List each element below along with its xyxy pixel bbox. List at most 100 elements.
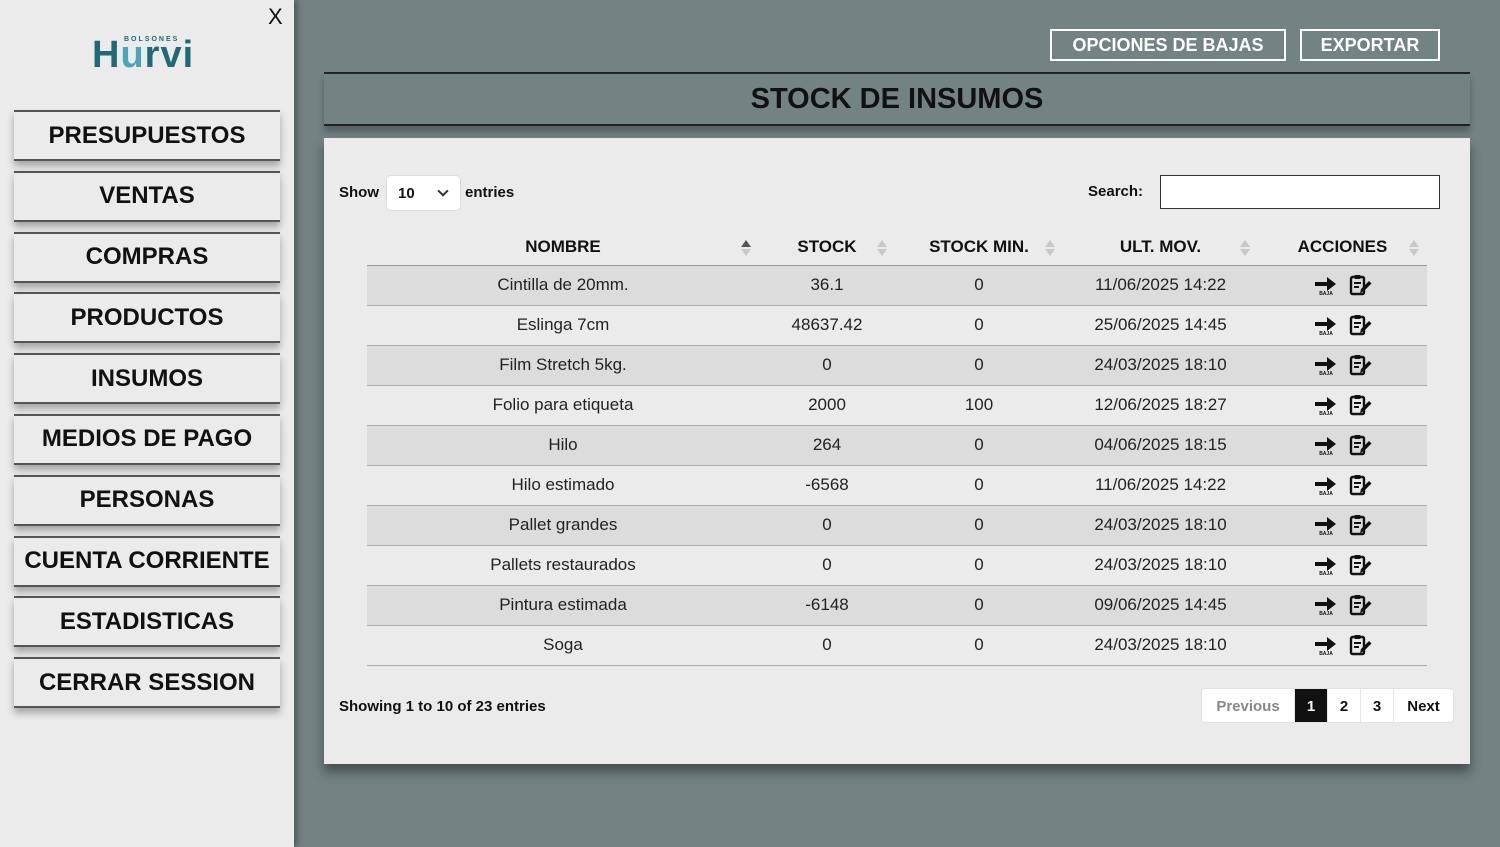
cell-acciones: BAJA xyxy=(1258,345,1427,386)
entries-select-value: 10 xyxy=(398,184,415,202)
cell-nombre: Hilo xyxy=(367,425,759,466)
cell-stock: 48637.42 xyxy=(759,305,895,346)
cell-nombre: Film Stretch 5kg. xyxy=(367,345,759,386)
cell-stock-min: 0 xyxy=(895,465,1063,506)
cell-ult-mov: 04/06/2025 18:15 xyxy=(1063,425,1258,466)
cell-stock-min: 0 xyxy=(895,505,1063,546)
cell-stock: 0 xyxy=(759,545,895,586)
pagination-next[interactable]: Next xyxy=(1393,689,1453,722)
opciones-de-bajas-button[interactable]: OPCIONES DE BAJAS xyxy=(1050,29,1286,61)
pagination-page-3[interactable]: 3 xyxy=(1360,689,1393,722)
column-header-acciones[interactable]: ACCIONES xyxy=(1258,229,1427,266)
svg-text:BAJA: BAJA xyxy=(1319,651,1333,656)
table-row: Folio para etiqueta 2000 100 12/06/2025 18:… xyxy=(367,385,1427,426)
cell-acciones: BAJA xyxy=(1258,545,1427,586)
svg-text:BAJA: BAJA xyxy=(1319,331,1333,336)
edit-document-icon[interactable] xyxy=(1348,274,1372,296)
sidebar-item-productos[interactable]: PRODUCTOS xyxy=(14,292,280,344)
cell-stock: 2000 xyxy=(759,385,895,426)
table-row: Hilo 264 0 04/06/2025 18:15 BAJA xyxy=(367,425,1427,466)
edit-document-icon[interactable] xyxy=(1348,634,1372,656)
edit-document-icon[interactable] xyxy=(1348,314,1372,336)
table-panel: Show 10 entries Search: NOMBRE STOCK STO… xyxy=(324,138,1470,764)
svg-text:BAJA: BAJA xyxy=(1319,291,1333,296)
sort-asc-icon xyxy=(741,240,751,256)
table-row: Eslinga 7cm 48637.42 0 25/06/2025 14:45 BAJA xyxy=(367,305,1427,346)
cell-stock-min: 0 xyxy=(895,345,1063,386)
svg-text:BAJA: BAJA xyxy=(1319,371,1333,376)
edit-document-icon[interactable] xyxy=(1348,474,1372,496)
cell-stock-min: 0 xyxy=(895,305,1063,346)
table-row: Film Stretch 5kg. 0 0 24/03/2025 18:10 BAJA xyxy=(367,345,1427,386)
cell-ult-mov: 11/06/2025 14:22 xyxy=(1063,265,1258,306)
sidebar-item-presupuestos[interactable]: PRESUPUESTOS xyxy=(14,110,280,161)
cell-stock-min: 0 xyxy=(895,625,1063,666)
sidebar-item-insumos[interactable]: INSUMOS xyxy=(14,353,280,405)
pagination-previous[interactable]: Previous xyxy=(1202,689,1294,722)
edit-document-icon[interactable] xyxy=(1348,394,1372,416)
arrow-right-baja-icon[interactable]: BAJA xyxy=(1314,314,1338,336)
show-label: Show xyxy=(339,184,379,201)
cell-stock-min: 0 xyxy=(895,545,1063,586)
arrow-right-baja-icon[interactable]: BAJA xyxy=(1314,634,1338,656)
column-header-nombre[interactable]: NOMBRE xyxy=(367,229,759,266)
column-header-ult-mov[interactable]: ULT. MOV. xyxy=(1063,229,1258,266)
cell-acciones: BAJA xyxy=(1258,585,1427,626)
edit-document-icon[interactable] xyxy=(1348,594,1372,616)
arrow-right-baja-icon[interactable]: BAJA xyxy=(1314,274,1338,296)
sidebar-item-cuenta-corriente[interactable]: CUENTA CORRIENTE xyxy=(14,535,280,587)
cell-nombre: Pallets restaurados xyxy=(367,545,759,586)
table-row: Pallet grandes 0 0 24/03/2025 18:10 BAJA xyxy=(367,505,1427,546)
close-icon[interactable]: X xyxy=(268,4,283,30)
svg-text:BAJA: BAJA xyxy=(1319,451,1333,456)
table-row: Pallets restaurados 0 0 24/03/2025 18:10 BAJ… xyxy=(367,545,1427,586)
search-input[interactable] xyxy=(1160,175,1440,209)
svg-text:BAJA: BAJA xyxy=(1319,531,1333,536)
cell-stock: 36.1 xyxy=(759,265,895,306)
cell-ult-mov: 24/03/2025 18:10 xyxy=(1063,345,1258,386)
cell-acciones: BAJA xyxy=(1258,465,1427,506)
edit-document-icon[interactable] xyxy=(1348,354,1372,376)
cell-ult-mov: 11/06/2025 14:22 xyxy=(1063,465,1258,506)
cell-stock-min: 0 xyxy=(895,425,1063,466)
sidebar: X Hurvi BOLSONES PRESUPUESTOS VENTAS COM… xyxy=(0,0,294,847)
pagination: Previous 1 2 3 Next xyxy=(1201,688,1454,723)
sidebar-item-estadisticas[interactable]: ESTADISTICAS xyxy=(14,596,280,648)
table-header-row: NOMBRE STOCK STOCK MIN. ULT. MOV. ACCION… xyxy=(367,229,1427,266)
pagination-page-1[interactable]: 1 xyxy=(1294,689,1327,722)
cell-stock: 0 xyxy=(759,345,895,386)
search-label: Search: xyxy=(1088,183,1144,200)
cell-stock: 0 xyxy=(759,625,895,666)
arrow-right-baja-icon[interactable]: BAJA xyxy=(1314,394,1338,416)
table-row: Hilo estimado -6568 0 11/06/2025 14:22 BAJA xyxy=(367,465,1427,506)
sidebar-item-compras[interactable]: COMPRAS xyxy=(14,231,280,283)
entries-select[interactable]: 10 xyxy=(386,175,461,211)
cell-acciones: BAJA xyxy=(1258,425,1427,466)
column-header-stock[interactable]: STOCK xyxy=(759,229,895,266)
exportar-button[interactable]: EXPORTAR xyxy=(1300,29,1440,61)
sidebar-item-cerrar-session[interactable]: CERRAR SESSION xyxy=(14,657,280,709)
page-title: STOCK DE INSUMOS xyxy=(750,82,1044,115)
edit-document-icon[interactable] xyxy=(1348,514,1372,536)
sidebar-item-medios-de-pago[interactable]: MEDIOS DE PAGO xyxy=(14,413,280,465)
svg-text:BAJA: BAJA xyxy=(1319,491,1333,496)
column-header-stock-min[interactable]: STOCK MIN. xyxy=(895,229,1063,266)
edit-document-icon[interactable] xyxy=(1348,434,1372,456)
sidebar-menu: PRESUPUESTOS VENTAS COMPRAS PRODUCTOS IN… xyxy=(14,110,280,718)
arrow-right-baja-icon[interactable]: BAJA xyxy=(1314,594,1338,616)
insumos-table: NOMBRE STOCK STOCK MIN. ULT. MOV. ACCION… xyxy=(367,229,1427,666)
cell-stock-min: 0 xyxy=(895,585,1063,626)
arrow-right-baja-icon[interactable]: BAJA xyxy=(1314,434,1338,456)
sidebar-item-ventas[interactable]: VENTAS xyxy=(14,170,280,222)
sidebar-item-personas[interactable]: PERSONAS xyxy=(14,474,280,526)
arrow-right-baja-icon[interactable]: BAJA xyxy=(1314,514,1338,536)
cell-ult-mov: 24/03/2025 18:10 xyxy=(1063,545,1258,586)
cell-stock: -6148 xyxy=(759,585,895,626)
pagination-page-2[interactable]: 2 xyxy=(1327,689,1360,722)
arrow-right-baja-icon[interactable]: BAJA xyxy=(1314,474,1338,496)
arrow-right-baja-icon[interactable]: BAJA xyxy=(1314,354,1338,376)
edit-document-icon[interactable] xyxy=(1348,554,1372,576)
cell-stock-min: 100 xyxy=(895,385,1063,426)
arrow-right-baja-icon[interactable]: BAJA xyxy=(1314,554,1338,576)
cell-nombre: Folio para etiqueta xyxy=(367,385,759,426)
